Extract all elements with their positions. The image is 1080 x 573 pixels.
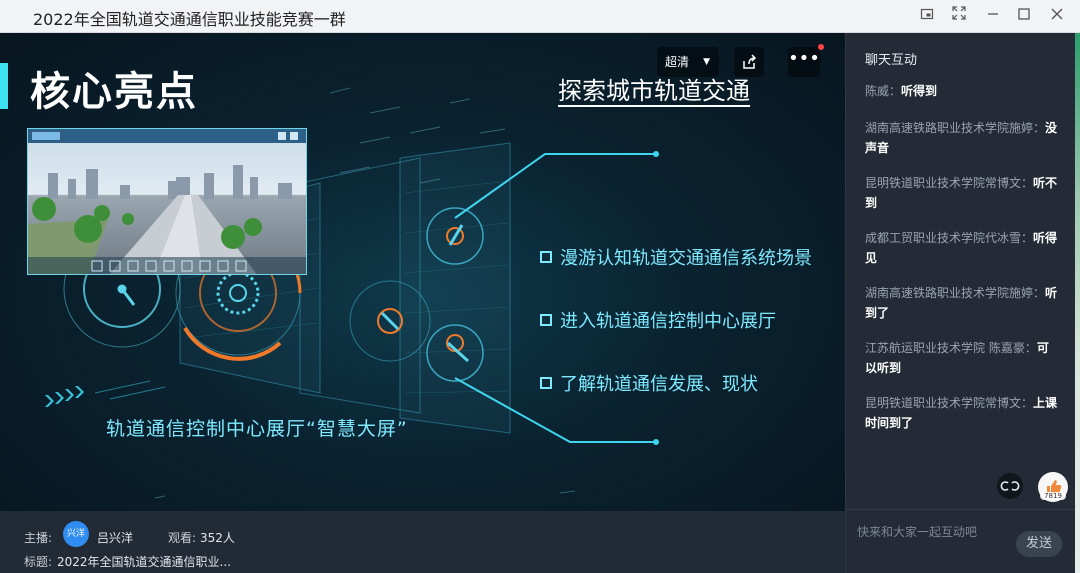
more-options-button[interactable]: ••• — [788, 47, 820, 77]
minimize-icon[interactable] — [982, 5, 1004, 27]
close-icon[interactable] — [1046, 5, 1068, 27]
chat-message: 陈威：听得到 — [865, 84, 938, 98]
window-titlebar: 2022年全国轨道交通通信职业技能竞赛一群 — [0, 0, 1080, 33]
bullet-square-icon — [540, 250, 552, 263]
host-name[interactable]: 吕兴洋 — [97, 529, 133, 546]
bullet-text: 进入轨道通信控制中心展厅 — [560, 310, 776, 332]
bullet-square-icon — [540, 313, 552, 326]
chat-header: 聊天互动 — [865, 53, 918, 68]
fullscreen-icon[interactable] — [948, 5, 970, 27]
host-label: 主播: — [24, 531, 53, 545]
viewers-label: 观看: — [168, 531, 197, 545]
link-icon — [1000, 481, 1020, 491]
notification-dot — [818, 44, 824, 50]
quality-label: 超清 — [665, 55, 690, 69]
chat-input[interactable]: 快来和大家一起互动吧 — [857, 523, 977, 540]
like-count: 7819 — [1040, 492, 1066, 500]
chat-message: 昆明铁道职业技术学院常博文：听不到 — [865, 176, 1058, 210]
slide-caption: 轨道通信控制中心展厅“智慧大屏” — [106, 418, 408, 440]
chat-message: 昆明铁道职业技术学院常博文：上课时间到了 — [865, 396, 1058, 430]
maximize-icon[interactable] — [1013, 5, 1035, 27]
chat-message: 成都工贸职业技术学院代冰雪：听得见 — [865, 231, 1058, 265]
viewers-count: 352人 — [200, 531, 235, 545]
chat-message: 湖南高速铁路职业技术学院施婷：听到了 — [865, 286, 1058, 320]
window-title: 2022年全国轨道交通通信职业技能竞赛一群 — [33, 10, 346, 29]
chat-panel: 聊天互动 陈威：听得到 湖南高速铁路职业技术学院施婷：没声音 昆明铁道职业技术学… — [845, 33, 1076, 573]
quality-select[interactable]: 超清 ▼ — [657, 47, 719, 77]
background-window-edge — [1075, 33, 1080, 573]
host-avatar[interactable]: 兴洋 — [63, 521, 89, 547]
bullet-square-icon — [540, 376, 552, 389]
bullet-item: 了解轨道通信发展、现状 — [540, 351, 812, 414]
slide-title: 核心亮点 — [30, 69, 198, 115]
title-accent-bar — [0, 63, 8, 109]
chat-message: 江苏航运职业技术学院 陈嘉豪：可以听到 — [865, 341, 1049, 375]
bullet-item: 漫游认知轨道交通通信系统场景 — [540, 225, 812, 288]
more-icon: ••• — [788, 48, 820, 69]
bullet-text: 漫游认知轨道交通通信系统场景 — [560, 247, 812, 269]
slide-bullet-list: 漫游认知轨道交通通信系统场景 进入轨道通信控制中心展厅 了解轨道通信发展、现状 — [540, 225, 812, 414]
scene-preview-image — [27, 128, 307, 275]
send-button[interactable]: 发送 — [1016, 531, 1062, 557]
video-player[interactable]: 核心亮点 探索城市轨道交通 漫游认知轨道交通通信系统场景 进入轨道通信控制中心展… — [0, 33, 845, 511]
chat-input-bar: 快来和大家一起互动吧 发送 — [846, 509, 1076, 573]
bullet-text: 了解轨道通信发展、现状 — [560, 373, 758, 395]
link-button[interactable] — [997, 473, 1023, 499]
bullet-item: 进入轨道通信控制中心展厅 — [540, 288, 812, 351]
like-button[interactable]: 7819 — [1038, 472, 1068, 502]
chat-message: 湖南高速铁路职业技术学院施婷：没声音 — [865, 121, 1058, 155]
slide-subtitle: 探索城市轨道交通 — [558, 77, 750, 105]
caret-down-icon: ▼ — [703, 57, 710, 67]
pin-window-icon[interactable] — [916, 5, 938, 27]
share-button[interactable] — [734, 47, 764, 77]
share-icon — [743, 54, 757, 69]
topic-label: 标题: — [24, 555, 53, 569]
topic-value: 2022年全国轨道交通通信职业... — [57, 555, 231, 569]
